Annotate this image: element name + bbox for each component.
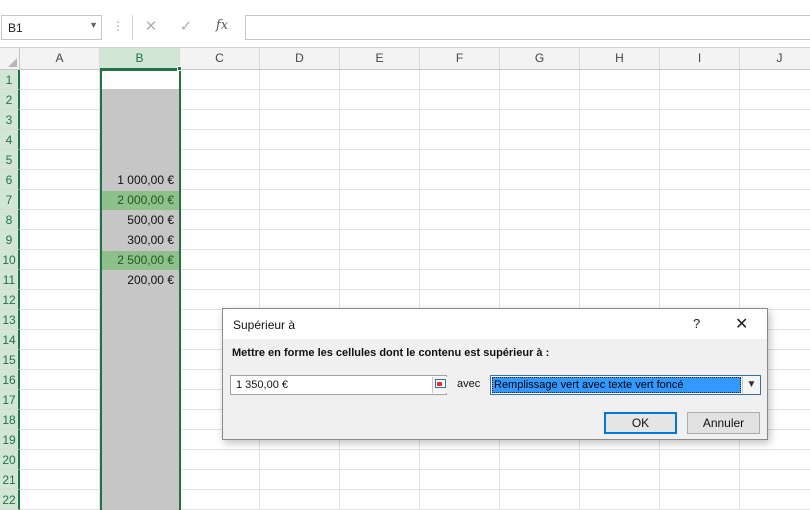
column-header-row: ABCDEFGHIJ [0,48,810,70]
row-header-2[interactable]: 2 [0,90,20,110]
enter-icon[interactable]: ✓ [176,17,196,37]
gridline-vertical [579,70,580,510]
collapse-dialog-icon[interactable] [432,377,447,393]
row-header-17[interactable]: 17 [0,390,20,410]
row-header-5[interactable]: 5 [0,150,20,170]
column-header-h[interactable]: H [580,48,660,69]
collapse-dialog-icon-marker [437,382,442,386]
row-header-19[interactable]: 19 [0,430,20,450]
row-header-20[interactable]: 20 [0,450,20,470]
gridline-vertical [259,70,260,510]
format-style-value: Remplissage vert avec texte vert foncé [492,377,741,393]
greater-than-dialog: Supérieur à ? ✕ Mettre en forme les cell… [222,308,768,440]
gridline-vertical [419,70,420,510]
formula-bar: B1 ▼ ⋮ ✕ ✓ fx [0,0,810,48]
row-header-7[interactable]: 7 [0,190,20,210]
select-all-triangle-icon [8,58,17,67]
gridline-vertical [499,70,500,510]
column-header-a[interactable]: A [20,48,100,69]
ok-button[interactable]: OK [604,412,677,434]
column-header-b[interactable]: B [100,48,180,70]
column-header-i[interactable]: I [660,48,740,69]
fill-handle[interactable] [177,66,182,71]
column-header-f[interactable]: F [420,48,500,69]
row-header-14[interactable]: 14 [0,330,20,350]
row-header-13[interactable]: 13 [0,310,20,330]
dialog-title: Supérieur à [233,318,296,332]
column-b-selection-border [100,69,181,510]
dialog-title-bar[interactable]: Supérieur à ? ✕ [223,309,767,339]
help-icon[interactable]: ? [693,316,700,331]
cancel-icon[interactable]: ✕ [141,17,161,37]
gridline-vertical [739,70,740,510]
row-header-15[interactable]: 15 [0,350,20,370]
column-header-e[interactable]: E [340,48,420,69]
column-header-c[interactable]: C [180,48,260,69]
threshold-value: 1 350,00 € [236,379,288,391]
column-header-g[interactable]: G [500,48,580,69]
row-header-12[interactable]: 12 [0,290,20,310]
name-box[interactable]: B1 ▼ [1,15,102,40]
row-header-22[interactable]: 22 [0,490,20,510]
close-icon[interactable]: ✕ [735,314,748,334]
format-style-select[interactable]: Remplissage vert avec texte vert foncé ▼ [490,375,761,395]
formula-input[interactable] [245,15,810,40]
row-header-4[interactable]: 4 [0,130,20,150]
column-header-d[interactable]: D [260,48,340,69]
row-header-1[interactable]: 1 [0,70,20,90]
formula-bar-divider [132,15,133,40]
row-header-8[interactable]: 8 [0,210,20,230]
with-label: avec [457,378,481,390]
chevron-down-icon[interactable]: ▼ [742,376,760,394]
row-header-16[interactable]: 16 [0,370,20,390]
row-header-11[interactable]: 11 [0,270,20,290]
row-header-10[interactable]: 10 [0,250,20,270]
row-header-3[interactable]: 3 [0,110,20,130]
gridline-vertical [659,70,660,510]
excel-window: B1 ▼ ⋮ ✕ ✓ fx ABCDEFGHIJ 1 000,00 €2 000… [0,0,810,510]
select-all-button[interactable] [0,48,20,69]
insert-function-icon[interactable]: fx [212,18,232,38]
gridline-vertical [339,70,340,510]
chevron-down-icon[interactable]: ▼ [89,20,98,30]
name-box-value: B1 [8,21,23,35]
row-header-6[interactable]: 6 [0,170,20,190]
threshold-value-input[interactable]: 1 350,00 € [230,375,447,395]
row-header-9[interactable]: 9 [0,230,20,250]
row-header-21[interactable]: 21 [0,470,20,490]
dialog-prompt: Mettre en forme les cellules dont le con… [232,347,550,359]
column-header-j[interactable]: J [740,48,810,69]
grip-icon: ⋮ [112,19,125,33]
cancel-button[interactable]: Annuler [687,412,760,434]
row-header-18[interactable]: 18 [0,410,20,430]
